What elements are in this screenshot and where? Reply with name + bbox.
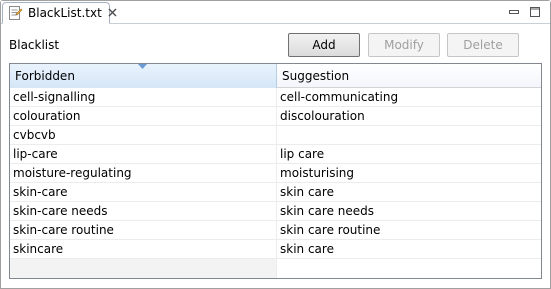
column-header-label: Suggestion xyxy=(282,69,350,83)
maximize-icon[interactable] xyxy=(528,5,542,19)
suggestion-cell: cell-communicating xyxy=(280,90,399,104)
empty-cell xyxy=(277,259,541,277)
column-header-suggestion[interactable]: Suggestion xyxy=(277,64,541,88)
table-row[interactable]: lip-care lip care xyxy=(10,145,541,164)
delete-button[interactable]: Delete xyxy=(447,33,519,57)
text-file-icon xyxy=(7,5,23,21)
table-row[interactable]: moisture-regulating moisturising xyxy=(10,164,541,183)
suggestion-cell: discolouration xyxy=(280,109,365,123)
minimize-icon[interactable] xyxy=(507,5,521,19)
table-row[interactable]: skin-care routine skin care routine xyxy=(10,221,541,240)
column-header-label: Forbidden xyxy=(15,69,75,83)
table-row[interactable]: cell-signalling cell-communicating xyxy=(10,88,541,107)
add-button[interactable]: Add xyxy=(288,33,360,57)
suggestion-cell: lip care xyxy=(280,147,325,161)
blacklist-table: Forbidden Suggestion cell-signalling cel… xyxy=(9,63,542,279)
table-row[interactable]: skincare skin care xyxy=(10,240,541,259)
tab-blacklist-txt[interactable]: BlackList.txt xyxy=(2,2,117,24)
tab-bar: BlackList.txt xyxy=(1,1,550,24)
table-header: Forbidden Suggestion xyxy=(10,64,541,88)
forbidden-cell: cell-signalling xyxy=(10,88,277,106)
table-row-empty xyxy=(10,259,541,278)
table-row[interactable]: colouration discolouration xyxy=(10,107,541,126)
forbidden-cell: skincare xyxy=(10,240,277,258)
forbidden-cell: lip-care xyxy=(10,145,277,163)
table-body: cell-signalling cell-communicating colou… xyxy=(10,88,541,278)
suggestion-cell: skin care xyxy=(280,242,334,256)
suggestion-cell: skin care needs xyxy=(280,204,375,218)
forbidden-cell: colouration xyxy=(10,107,277,125)
table-row[interactable]: skin-care needs skin care needs xyxy=(10,202,541,221)
editor-view: BlackList.txt Blacklist Add Modify Delet… xyxy=(0,0,551,289)
modify-button[interactable]: Modify xyxy=(368,33,440,57)
suggestion-cell: moisturising xyxy=(280,166,355,180)
forbidden-cell: moisture-regulating xyxy=(10,164,277,182)
column-header-forbidden[interactable]: Forbidden xyxy=(10,64,277,88)
table-row[interactable]: skin-care skin care xyxy=(10,183,541,202)
forbidden-cell: skin-care needs xyxy=(10,202,277,220)
empty-cell xyxy=(10,259,277,278)
suggestion-cell: skin care routine xyxy=(280,223,381,237)
tab-title: BlackList.txt xyxy=(28,6,102,20)
close-icon[interactable] xyxy=(108,8,117,19)
suggestion-cell xyxy=(277,126,541,144)
forbidden-cell: skin-care xyxy=(10,183,277,201)
suggestion-cell: skin care xyxy=(280,185,334,199)
table-row[interactable]: cvbcvb xyxy=(10,126,541,145)
sort-arrow-icon xyxy=(138,64,147,69)
blacklist-label: Blacklist xyxy=(9,38,60,52)
forbidden-cell: skin-care routine xyxy=(10,221,277,239)
forbidden-cell: cvbcvb xyxy=(10,126,277,144)
